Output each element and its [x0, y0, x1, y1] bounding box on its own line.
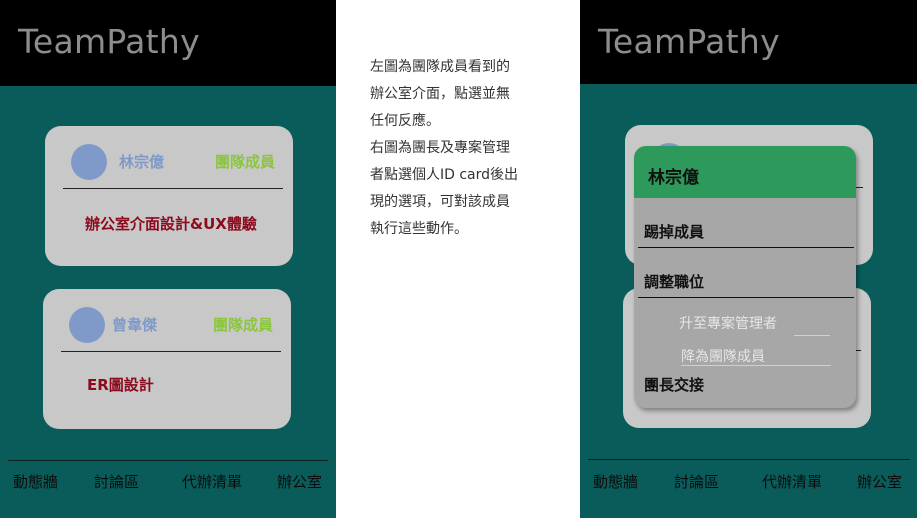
- card-divider: [63, 188, 283, 189]
- description-line: 執行這些動作。: [370, 221, 468, 237]
- transfer-leader-option[interactable]: 團長交接: [644, 374, 704, 395]
- nav-item-discussion[interactable]: 討論區: [674, 471, 719, 492]
- nav-item-todo[interactable]: 代辦清單: [762, 471, 822, 492]
- app-title: TeamPathy: [18, 22, 200, 61]
- member-name: 曾韋傑: [112, 316, 158, 334]
- description-line: 現的選項，可對該成員: [370, 194, 510, 210]
- menu-member-name: 林宗億: [648, 168, 699, 188]
- description-text: 左圖為團隊成員看到的 辦公室介面，點選並無 任何反應。 右圖為團長及專案管理 者…: [370, 54, 550, 243]
- leader-view-screen: TeamPathy 林宗億 踢掉成員 調整職位 升至專案管理者 降為團隊成員 團…: [580, 0, 917, 518]
- nav-item-office[interactable]: 辦公室: [277, 471, 322, 492]
- description-line: 左圖為團隊成員看到的: [370, 59, 510, 75]
- member-task: 辦公室介面設計&UX體驗: [85, 215, 257, 233]
- nav-item-office[interactable]: 辦公室: [857, 471, 902, 492]
- promote-to-pm-option[interactable]: 升至專案管理者: [679, 313, 777, 333]
- member-view-screen: TeamPathy 林宗億 團隊成員 辦公室介面設計&UX體驗 曾韋傑 團隊成員…: [0, 0, 336, 518]
- description-line: 辦公室介面，點選並無: [370, 86, 510, 102]
- menu-divider: [638, 297, 854, 298]
- member-role: 團隊成員: [213, 316, 274, 334]
- nav-item-todo[interactable]: 代辦清單: [182, 471, 242, 492]
- description-line: 右圖為團長及專案管理: [370, 140, 510, 156]
- description-line: 任何反應。: [370, 113, 440, 129]
- member-role: 團隊成員: [215, 153, 276, 171]
- description-line: 者點選個人ID card後出: [370, 167, 519, 183]
- demote-to-member-option[interactable]: 降為團隊成員: [681, 346, 765, 366]
- sub-divider: [681, 365, 831, 366]
- app-header: TeamPathy: [580, 0, 917, 84]
- nav-item-discussion[interactable]: 討論區: [94, 471, 139, 492]
- member-name: 林宗億: [119, 153, 165, 171]
- sub-divider: [794, 335, 830, 336]
- app-title: TeamPathy: [598, 22, 780, 61]
- nav-item-feed[interactable]: 動態牆: [13, 471, 58, 492]
- menu-header: 林宗億: [634, 146, 856, 198]
- kick-member-option[interactable]: 踢掉成員: [644, 221, 704, 242]
- card-divider: [61, 351, 281, 352]
- member-card: 林宗億 團隊成員 辦公室介面設計&UX體驗: [45, 126, 293, 266]
- nav-item-feed[interactable]: 動態牆: [593, 471, 638, 492]
- member-card: 曾韋傑 團隊成員 ER圖設計: [43, 289, 291, 429]
- menu-divider: [638, 247, 854, 248]
- member-action-menu: 林宗億 踢掉成員 調整職位 升至專案管理者 降為團隊成員 團長交接: [634, 146, 856, 408]
- avatar: [69, 307, 105, 343]
- member-task: ER圖設計: [87, 376, 154, 394]
- nav-divider: [8, 460, 328, 461]
- nav-divider: [588, 459, 910, 460]
- adjust-role-option[interactable]: 調整職位: [644, 271, 704, 292]
- avatar: [71, 144, 107, 180]
- app-header: TeamPathy: [0, 0, 336, 86]
